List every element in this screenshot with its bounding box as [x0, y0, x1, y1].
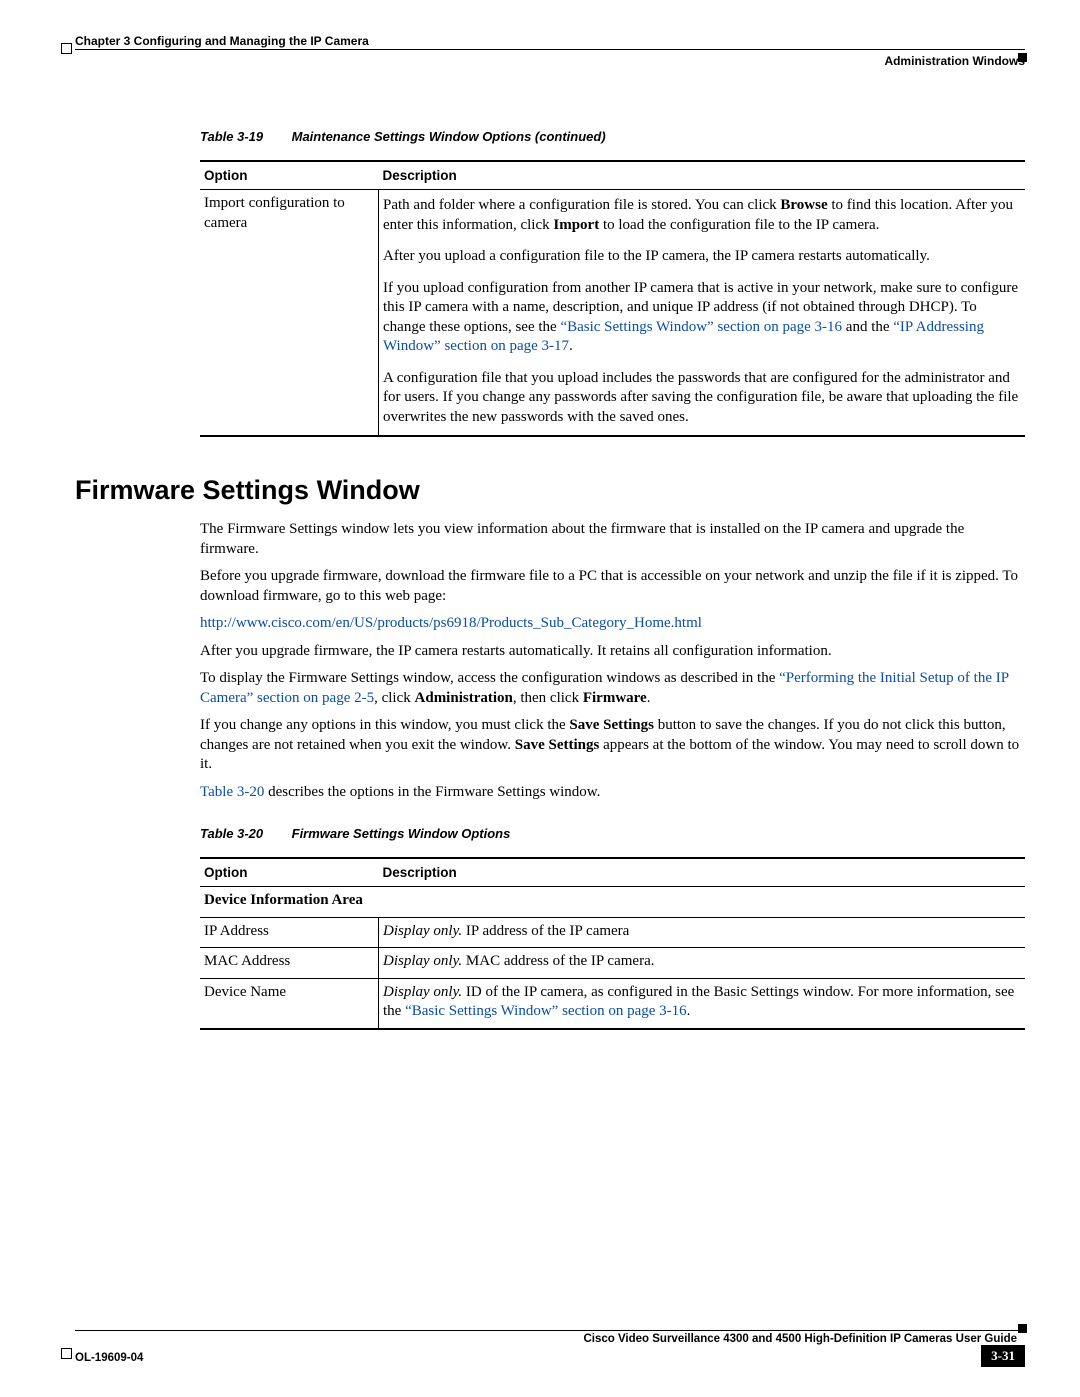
description-cell: Display only. ID of the IP camera, as co… — [379, 978, 1026, 1029]
header-section: Administration Windows — [884, 54, 1025, 68]
table-label: Table 3-20 — [200, 826, 288, 841]
xref-link[interactable]: “Basic Settings Window” section on page … — [405, 1003, 687, 1019]
table-caption: Table 3-19 Maintenance Settings Window O… — [200, 129, 1025, 144]
option-cell: IP Address — [200, 917, 379, 948]
page-number-badge: 3-31 — [981, 1345, 1025, 1367]
body-text: To display the Firmware Settings window,… — [200, 669, 1025, 708]
col-description: Description — [379, 161, 1026, 190]
body-text: After you upgrade firmware, the IP camer… — [200, 642, 1025, 662]
col-description: Description — [379, 858, 1026, 887]
page-header: Chapter 3 Configuring and Managing the I… — [75, 34, 1025, 89]
description-cell: Display only. MAC address of the IP came… — [379, 948, 1026, 979]
table-caption: Table 3-20 Firmware Settings Window Opti… — [200, 826, 1025, 841]
body-text: Before you upgrade firmware, download th… — [200, 567, 1025, 606]
table-title: Maintenance Settings Window Options (con… — [292, 129, 606, 144]
description-cell: Path and folder where a configuration fi… — [379, 190, 1026, 437]
col-option: Option — [200, 858, 379, 887]
footer-rule — [75, 1330, 1025, 1331]
option-cell: Device Name — [200, 978, 379, 1029]
footer-doc-id: OL-19609-04 — [75, 1352, 143, 1364]
decor-box — [61, 1348, 72, 1359]
footer-guide-title: Cisco Video Surveillance 4300 and 4500 H… — [75, 1333, 1025, 1345]
page-footer: Cisco Video Surveillance 4300 and 4500 H… — [75, 1330, 1025, 1367]
decor-box — [61, 43, 72, 54]
decor-box — [1018, 1324, 1027, 1333]
table-section-header: Device Information Area — [200, 887, 1025, 918]
section-heading: Firmware Settings Window — [75, 475, 1025, 506]
body-text: If you change any options in this window… — [200, 716, 1025, 775]
body-text: Table 3-20 describes the options in the … — [200, 783, 1025, 803]
firmware-settings-table: Option Description Device Information Ar… — [200, 857, 1025, 1030]
header-rule — [75, 49, 1025, 50]
col-option: Option — [200, 161, 379, 190]
header-chapter: Chapter 3 Configuring and Managing the I… — [75, 34, 1025, 48]
xref-link[interactable]: “Basic Settings Window” section on page … — [560, 319, 842, 335]
maintenance-settings-table: Option Description Import configuration … — [200, 160, 1025, 437]
table-title: Firmware Settings Window Options — [292, 826, 511, 841]
option-cell: Import configuration to camera — [200, 190, 379, 437]
external-link[interactable]: http://www.cisco.com/en/US/products/ps69… — [200, 615, 702, 631]
description-cell: Display only. IP address of the IP camer… — [379, 917, 1026, 948]
table-label: Table 3-19 — [200, 129, 288, 144]
xref-link[interactable]: Table 3-20 — [200, 784, 264, 800]
body-text: The Firmware Settings window lets you vi… — [200, 520, 1025, 559]
option-cell: MAC Address — [200, 948, 379, 979]
